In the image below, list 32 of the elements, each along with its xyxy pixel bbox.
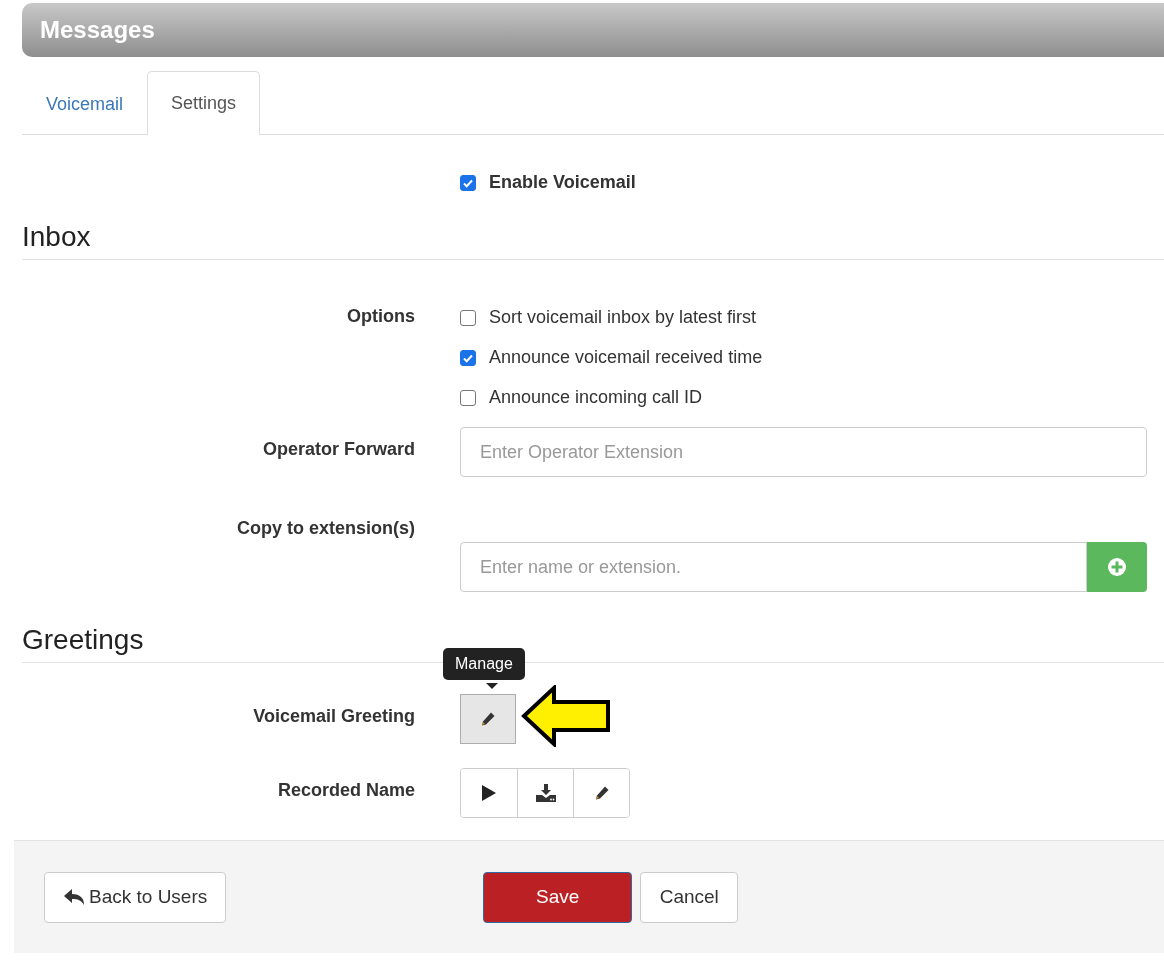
input-field[interactable]: Enter Operator Extension	[460, 427, 1147, 477]
checkbox[interactable]	[460, 349, 476, 366]
pencil-icon	[480, 711, 496, 727]
field-label: Options	[346, 306, 415, 327]
download-icon	[535, 784, 556, 802]
checkbox-label: Announce voicemail received time	[489, 346, 763, 369]
input-field[interactable]: Enter name or extension.	[460, 542, 1087, 592]
checkbox[interactable]	[460, 309, 476, 326]
edit-button[interactable]	[573, 769, 629, 817]
checkbox-label: Enable Voicemail	[489, 172, 636, 193]
field-label: Operator Forward	[261, 439, 415, 460]
checkbox[interactable]	[460, 174, 476, 191]
checkbox-label: Sort voicemail inbox by latest first	[489, 306, 757, 329]
add-button[interactable]	[1087, 542, 1147, 592]
plus-circle-icon	[1107, 557, 1127, 577]
back-button[interactable]: Back to Users	[44, 871, 227, 923]
edit-button[interactable]	[460, 694, 516, 744]
section-heading: Inbox	[22, 219, 1164, 260]
save-button[interactable]: Save	[483, 871, 633, 923]
field-label: Recorded Name	[276, 780, 415, 801]
page-title: Messages	[40, 16, 155, 44]
tab[interactable]: Settings	[147, 71, 261, 135]
checkbox-label: Announce incoming call ID	[489, 386, 703, 409]
button-label: Back to Users	[89, 886, 208, 908]
field-label: Copy to extension(s)	[236, 518, 415, 539]
reply-arrow-icon	[63, 888, 85, 906]
tab[interactable]: Voicemail	[22, 72, 148, 135]
pencil-icon	[593, 785, 610, 801]
checkbox[interactable]	[460, 389, 476, 406]
play-icon	[481, 784, 497, 802]
cancel-button[interactable]: Cancel	[640, 871, 739, 923]
field-label: Voicemail Greeting	[252, 706, 415, 727]
